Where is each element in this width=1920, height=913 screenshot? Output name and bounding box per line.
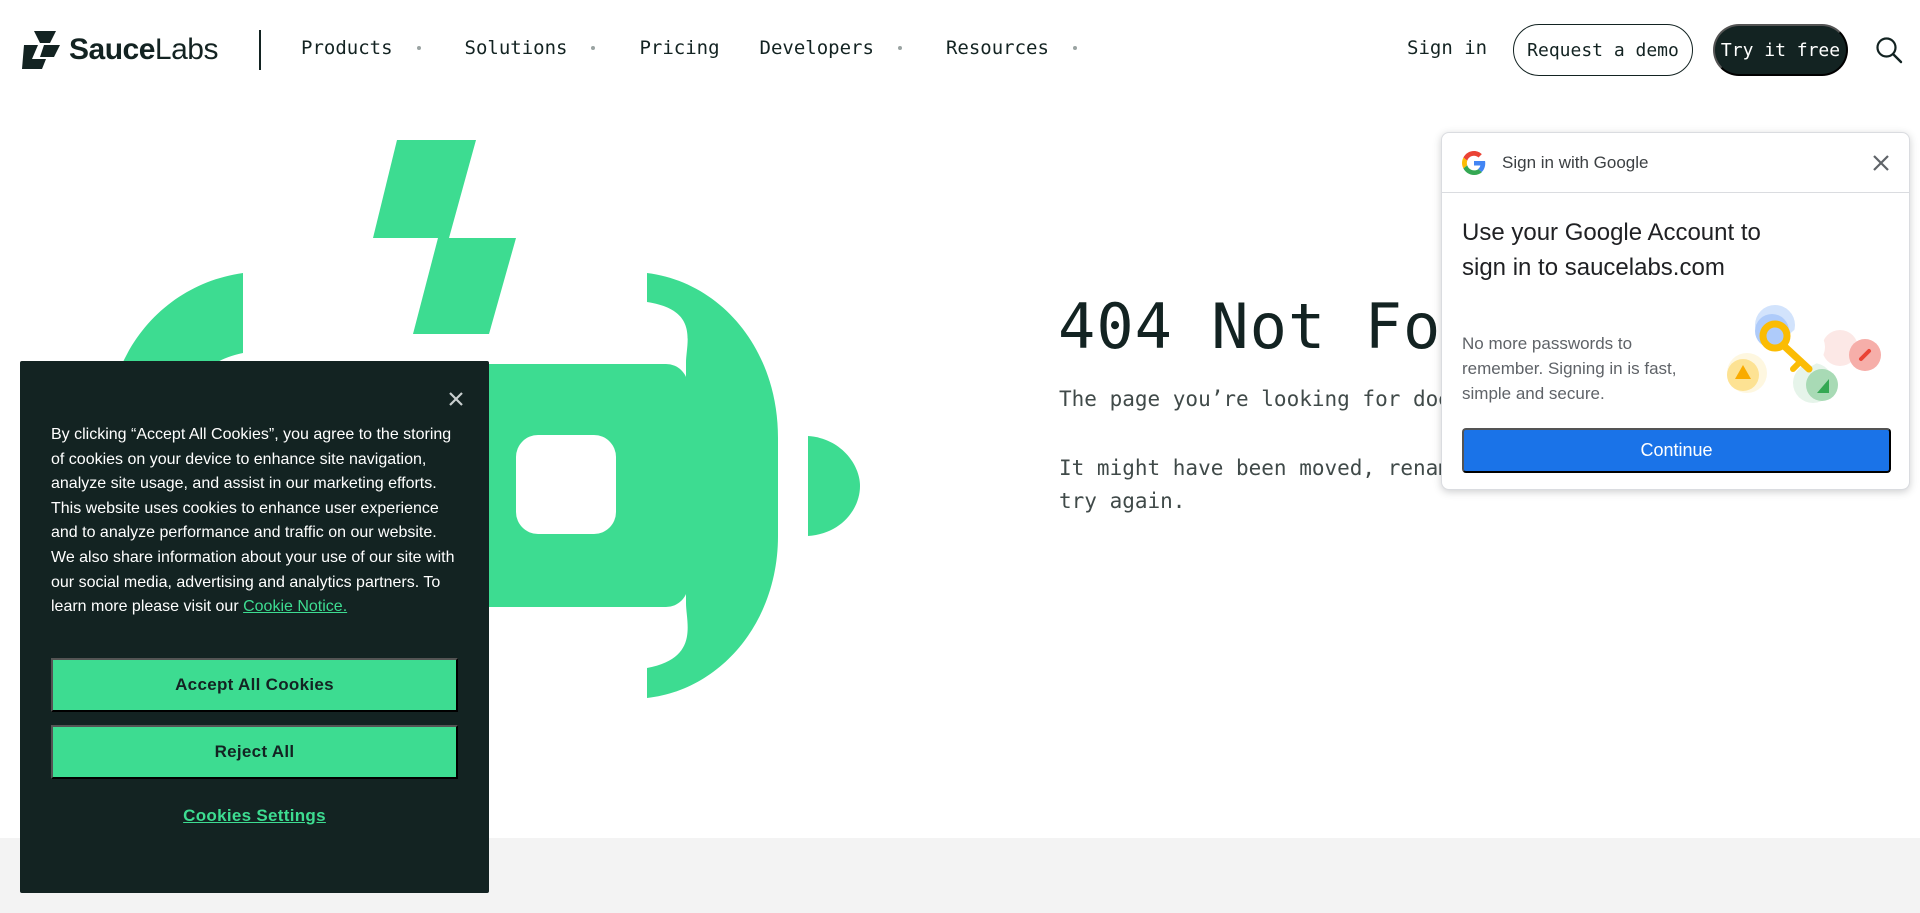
cookies-settings-link[interactable]: Cookies Settings (20, 806, 489, 826)
google-popup-heading: Use your Google Account to sign in to sa… (1462, 219, 1761, 281)
try-free-button[interactable]: Try it free (1713, 24, 1848, 76)
accept-all-cookies-button[interactable]: Accept All Cookies (51, 658, 458, 712)
dropdown-dot-icon (591, 46, 596, 50)
sign-in-link[interactable]: Sign in (1407, 37, 1487, 59)
dropdown-dot-icon (1072, 46, 1077, 50)
saucelabs-logo[interactable]: SauceLabs (20, 29, 218, 71)
reject-all-button[interactable]: Reject All (51, 725, 458, 779)
cookie-consent-text: By clicking “Accept All Cookies”, you ag… (51, 426, 455, 616)
nav-developers[interactable]: Developers (760, 37, 946, 59)
google-continue-button[interactable]: Continue (1462, 428, 1891, 473)
search-icon[interactable] (1874, 35, 1904, 65)
cookie-notice-link[interactable]: Cookie Notice. (243, 598, 347, 615)
main-nav: Products Solutions Pricing Developers Re… (301, 37, 1121, 59)
nav-resources[interactable]: Resources (946, 37, 1121, 59)
saucelabs-logo-icon (22, 31, 60, 69)
close-icon[interactable] (1869, 151, 1893, 175)
dropdown-dot-icon (897, 46, 902, 50)
google-popup-description: No more passwords to remember. Signing i… (1462, 334, 1677, 403)
request-demo-button[interactable]: Request a demo (1513, 24, 1693, 76)
site-header: SauceLabs Products Solutions Pricing Dev… (0, 0, 1920, 98)
passkey-illustration (1727, 305, 1881, 403)
nav-pricing[interactable]: Pricing (639, 37, 759, 59)
header-divider (259, 30, 261, 70)
nav-products[interactable]: Products (301, 37, 465, 59)
google-popup-header: Sign in with Google (1442, 133, 1909, 193)
dropdown-dot-icon (416, 46, 421, 50)
nav-solutions[interactable]: Solutions (465, 37, 640, 59)
logo-wordmark: SauceLabs (69, 33, 218, 66)
google-signin-popup: Sign in with Google Use your Google Acco… (1441, 132, 1910, 490)
close-icon[interactable] (446, 389, 466, 409)
cookie-banner: By clicking “Accept All Cookies”, you ag… (20, 361, 489, 893)
google-g-icon (1462, 151, 1486, 175)
google-popup-title: Sign in with Google (1502, 153, 1649, 172)
